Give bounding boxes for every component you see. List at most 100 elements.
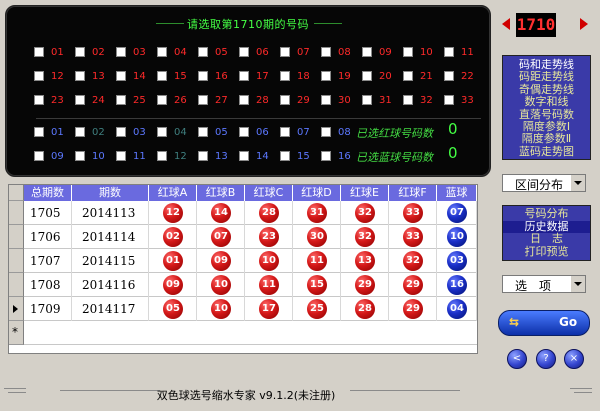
checkbox-icon[interactable]: [239, 95, 249, 105]
red-number-option[interactable]: 33: [444, 94, 496, 108]
history-menu-item[interactable]: 日 志: [503, 233, 590, 245]
checkbox-icon[interactable]: [321, 127, 331, 137]
checkbox-icon[interactable]: [75, 151, 85, 161]
checkbox-icon[interactable]: [34, 127, 44, 137]
checkbox-icon[interactable]: [198, 95, 208, 105]
red-ball-cell: 07: [197, 225, 245, 249]
back-button[interactable]: <: [507, 349, 527, 369]
checkbox-icon[interactable]: [157, 151, 167, 161]
checkbox-icon[interactable]: [321, 95, 331, 105]
checkbox-icon[interactable]: [321, 47, 331, 57]
table-row[interactable]: 1706 2014114 02 07 23 30 32 33 10: [24, 225, 477, 249]
checkbox-icon[interactable]: [116, 151, 126, 161]
history-menu-item[interactable]: 号码分布: [503, 208, 590, 220]
red-number-option[interactable]: 11: [444, 46, 496, 60]
checkbox-icon[interactable]: [280, 71, 290, 81]
checkbox-icon[interactable]: [157, 71, 167, 81]
checkbox-icon[interactable]: [34, 71, 44, 81]
checkbox-icon[interactable]: [157, 127, 167, 137]
checkbox-icon[interactable]: [198, 71, 208, 81]
checkbox-icon[interactable]: [198, 127, 208, 137]
checkbox-icon[interactable]: [321, 71, 331, 81]
checkbox-icon[interactable]: [116, 127, 126, 137]
column-header[interactable]: 期数: [72, 185, 149, 201]
checkbox-icon[interactable]: [444, 71, 454, 81]
checkbox-icon[interactable]: [280, 151, 290, 161]
column-header[interactable]: 蓝球: [437, 185, 477, 201]
chart-menu-item[interactable]: 直落号码数: [503, 109, 590, 120]
checkbox-icon[interactable]: [403, 71, 413, 81]
red-ball: 32: [355, 227, 375, 247]
help-button[interactable]: ?: [536, 349, 556, 369]
prev-issue-arrow-icon[interactable]: [502, 18, 510, 30]
column-header[interactable]: 红球B: [197, 185, 245, 201]
row-header[interactable]: [9, 297, 24, 321]
checkbox-icon[interactable]: [280, 127, 290, 137]
checkbox-icon[interactable]: [75, 47, 85, 57]
chart-menu-item[interactable]: 码和走势线: [503, 59, 590, 70]
chart-menu-item[interactable]: 码距走势线: [503, 71, 590, 82]
checkbox-icon[interactable]: [280, 95, 290, 105]
column-header[interactable]: 红球F: [389, 185, 437, 201]
checkbox-icon[interactable]: [444, 47, 454, 57]
history-menu-item[interactable]: 历史数据: [503, 220, 590, 233]
checkbox-icon[interactable]: [157, 47, 167, 57]
row-header[interactable]: [9, 249, 24, 273]
checkbox-icon[interactable]: [116, 95, 126, 105]
chart-menu-item[interactable]: 隔度参数Ⅱ: [503, 133, 590, 144]
new-table-row[interactable]: [24, 321, 477, 345]
checkbox-icon[interactable]: [116, 71, 126, 81]
checkbox-icon[interactable]: [198, 47, 208, 57]
column-header[interactable]: 红球C: [245, 185, 293, 201]
checkbox-icon[interactable]: [403, 47, 413, 57]
checkbox-icon[interactable]: [280, 47, 290, 57]
checkbox-icon[interactable]: [321, 151, 331, 161]
checkbox-icon[interactable]: [362, 47, 372, 57]
row-header[interactable]: [9, 225, 24, 249]
chart-menu-item[interactable]: 奇偶走势线: [503, 84, 590, 95]
column-header[interactable]: 红球E: [341, 185, 389, 201]
range-dropdown[interactable]: 区间分布: [502, 174, 586, 192]
checkbox-icon[interactable]: [75, 127, 85, 137]
go-button[interactable]: ⇆ Go: [498, 310, 590, 336]
checkbox-icon[interactable]: [444, 95, 454, 105]
checkbox-icon[interactable]: [239, 151, 249, 161]
column-header[interactable]: 红球D: [293, 185, 341, 201]
checkbox-icon[interactable]: [362, 71, 372, 81]
table-row[interactable]: 1708 2014116 09 10 11 15 29 29 16: [24, 273, 477, 297]
next-issue-arrow-icon[interactable]: [580, 18, 588, 30]
chevron-down-icon[interactable]: [570, 276, 585, 292]
row-header[interactable]: [9, 201, 24, 225]
chart-menu-item[interactable]: 数字和线: [503, 96, 590, 107]
new-row-header[interactable]: *: [9, 321, 24, 345]
checkbox-icon[interactable]: [403, 95, 413, 105]
checkbox-icon[interactable]: [362, 95, 372, 105]
row-header[interactable]: [9, 273, 24, 297]
history-menu-item[interactable]: 打印预览: [503, 246, 590, 258]
checkbox-icon[interactable]: [239, 127, 249, 137]
checkbox-icon[interactable]: [34, 47, 44, 57]
table-row[interactable]: 1709 2014117 05 10 17 25 28 29 04: [24, 297, 477, 321]
red-ball-cell: 09: [197, 249, 245, 273]
checkbox-icon[interactable]: [75, 95, 85, 105]
checkbox-icon[interactable]: [34, 151, 44, 161]
blue-selected-count: 0: [448, 144, 458, 162]
chevron-down-icon[interactable]: [570, 175, 585, 191]
column-header[interactable]: 红球A: [149, 185, 197, 201]
table-row[interactable]: 1707 2014115 01 09 10 11 13 32 03: [24, 249, 477, 273]
red-number-option[interactable]: 22: [444, 70, 496, 84]
checkbox-icon[interactable]: [157, 95, 167, 105]
checkbox-icon[interactable]: [239, 71, 249, 81]
table-row[interactable]: 1705 2014113 12 14 28 31 32 33 07: [24, 201, 477, 225]
checkbox-icon[interactable]: [34, 95, 44, 105]
total-cell: 1705: [24, 201, 72, 225]
checkbox-icon[interactable]: [198, 151, 208, 161]
options-dropdown[interactable]: 选 项: [502, 275, 586, 293]
checkbox-icon[interactable]: [116, 47, 126, 57]
close-button[interactable]: ×: [564, 349, 584, 369]
chart-menu-item[interactable]: 蓝码走势图: [503, 146, 590, 157]
checkbox-icon[interactable]: [75, 71, 85, 81]
checkbox-icon[interactable]: [239, 47, 249, 57]
column-header[interactable]: 总期数: [24, 185, 72, 201]
chart-menu-item[interactable]: 隔度参数Ⅰ: [503, 121, 590, 132]
